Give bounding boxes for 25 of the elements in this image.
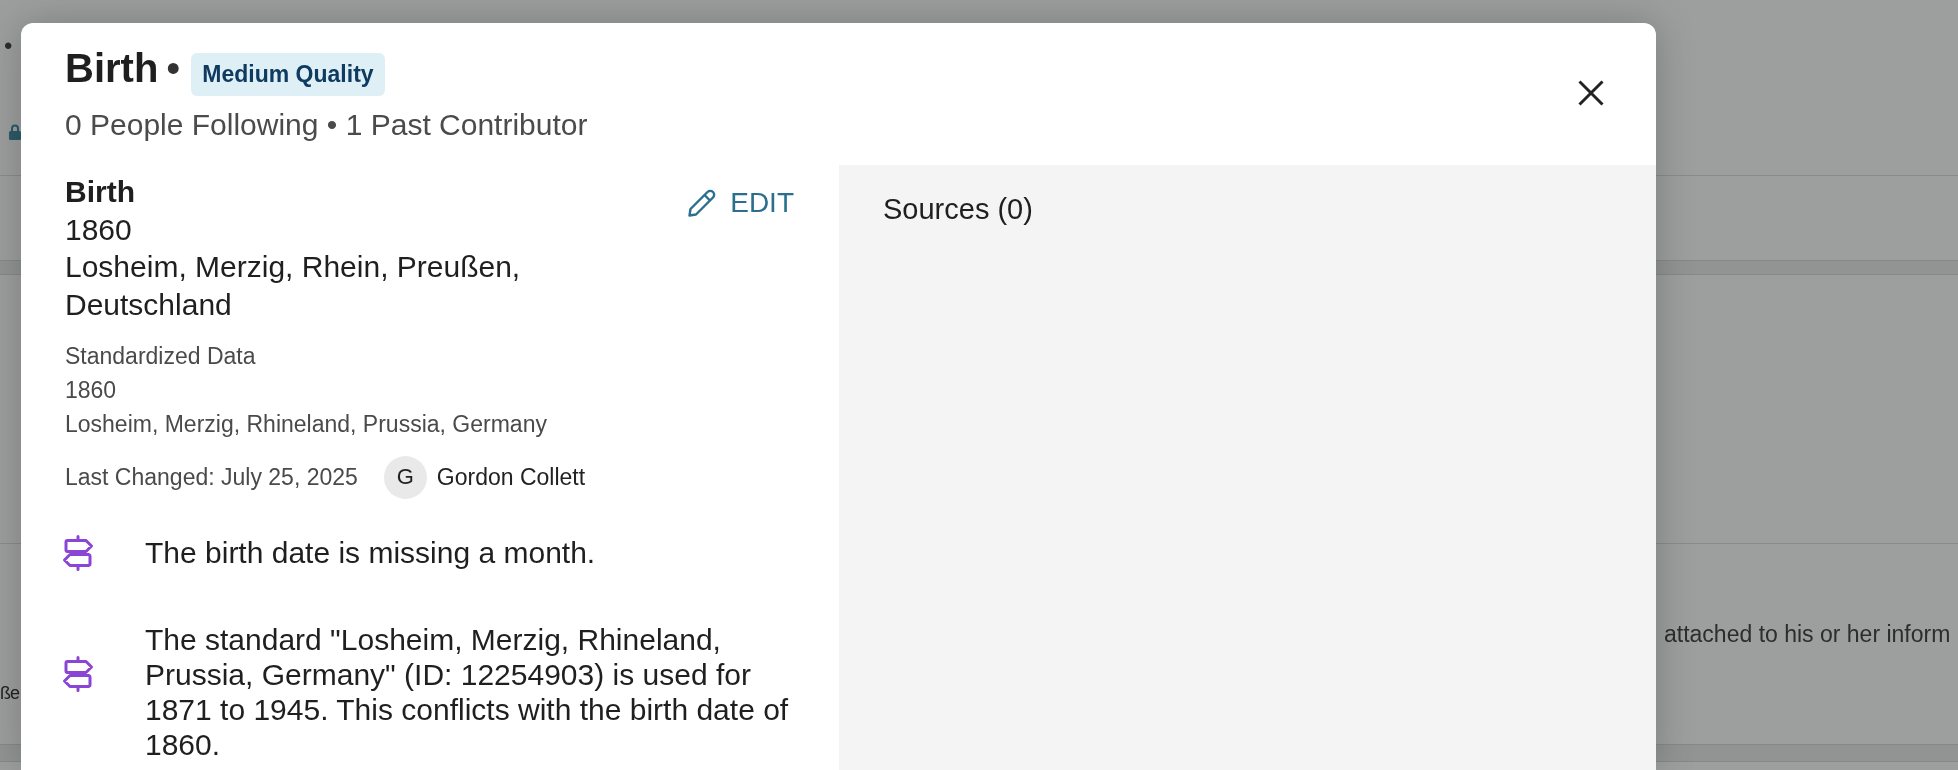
warning-text: The birth date is missing a month. xyxy=(145,534,596,570)
event-place: Losheim, Merzig, Rhein, Preußen, Deutschland xyxy=(65,249,522,323)
pencil-icon xyxy=(688,189,717,217)
standardized-place: Losheim, Merzig, Rhineland, Prussia, Germany xyxy=(65,409,547,439)
signpost-icon xyxy=(62,534,94,571)
warning-text: The standard "Losheim, Merzig, Rhineland, Prussia, Germany" (ID: 12254903) is used for 1871 to 1945. This conflicts with the birth date of 1860. xyxy=(145,621,790,762)
edit-button[interactable]: EDIT xyxy=(688,183,794,223)
standardized-date: 1860 xyxy=(65,375,117,405)
close-icon xyxy=(1578,80,1604,106)
contributor-avatar: G xyxy=(383,455,427,499)
title-separator: • xyxy=(166,45,181,92)
quality-badge: Medium Quality xyxy=(191,53,385,96)
lock-icon xyxy=(9,124,21,140)
standardized-heading: Standardized Data xyxy=(65,341,256,371)
dialog-title: Birth xyxy=(65,45,159,92)
background-text: ße xyxy=(0,682,19,705)
sources-heading: Sources (0) xyxy=(883,192,1033,227)
contributor-name[interactable]: Gordon Collett xyxy=(436,463,586,491)
list-bullet: • xyxy=(4,34,13,58)
event-type-label: Birth xyxy=(65,174,135,210)
event-date: 1860 xyxy=(65,211,132,248)
signpost-icon xyxy=(62,656,94,692)
last-changed-text: Last Changed: July 25, 2025 xyxy=(65,463,358,491)
background-text: attached to his or her inform xyxy=(1664,620,1951,648)
dialog-subtitle: 0 People Following • 1 Past Contributor xyxy=(65,107,588,143)
